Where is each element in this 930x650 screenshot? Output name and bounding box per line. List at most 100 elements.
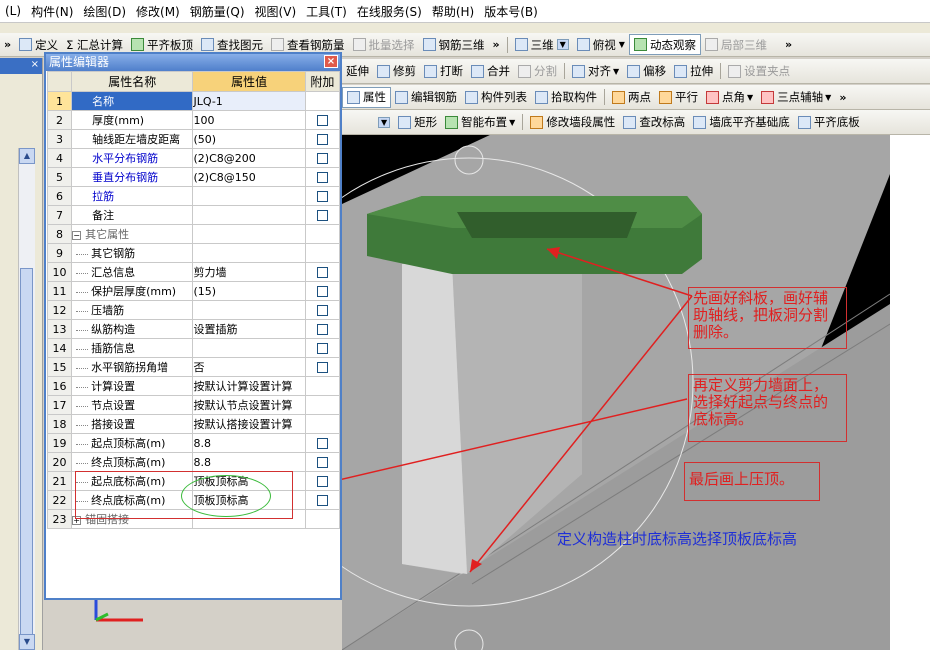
attach-checkbox[interactable] bbox=[316, 495, 328, 506]
property-value[interactable] bbox=[192, 243, 306, 263]
property-name[interactable]: 垂直分布钢筋 bbox=[71, 167, 194, 187]
edit-rebar-button[interactable]: 编辑钢筋 bbox=[391, 85, 461, 109]
property-value[interactable]: (50) bbox=[192, 129, 306, 149]
property-value[interactable]: 剪力墙 bbox=[192, 262, 306, 282]
property-value[interactable]: (15) bbox=[192, 281, 306, 301]
left-scrollbar[interactable]: ▲ ▼ bbox=[18, 148, 35, 650]
table-row[interactable]: 8− 其它属性 bbox=[46, 224, 341, 244]
property-name[interactable]: 厚度(mm) bbox=[71, 110, 194, 130]
batch-select-button[interactable]: 批量选择 bbox=[349, 33, 419, 56]
scroll-up-icon[interactable]: ▲ bbox=[19, 148, 35, 164]
local-3d-button[interactable]: 局部三维 bbox=[701, 33, 771, 56]
scroll-down-icon[interactable]: ▼ bbox=[19, 634, 35, 650]
property-value[interactable] bbox=[192, 224, 306, 244]
attach-checkbox[interactable] bbox=[316, 362, 328, 373]
stretch-button[interactable]: 拉伸 bbox=[670, 59, 717, 83]
table-row[interactable]: 16 计算设置 按默认计算设置计算 bbox=[46, 376, 341, 396]
rebar-3d-button[interactable]: 钢筋三维 bbox=[419, 33, 489, 56]
property-value[interactable]: JLQ-1 bbox=[192, 91, 306, 111]
menu-item-draw[interactable]: 绘图(D) bbox=[78, 3, 131, 20]
property-name[interactable]: 轴线距左墙皮距离 bbox=[71, 129, 194, 149]
table-row[interactable]: 1 名称 JLQ-1 bbox=[46, 91, 341, 111]
property-name[interactable]: 其它钢筋 bbox=[71, 243, 194, 263]
table-row[interactable]: 19 起点顶标高(m) 8.8 bbox=[46, 433, 341, 453]
collapse-icon[interactable]: − bbox=[72, 230, 82, 240]
pick-component-button[interactable]: 拾取构件 bbox=[531, 85, 601, 109]
close-icon[interactable]: × bbox=[31, 59, 39, 70]
property-value[interactable]: 8.8 bbox=[192, 433, 306, 453]
property-name[interactable]: 备注 bbox=[71, 205, 194, 225]
property-value[interactable] bbox=[192, 338, 306, 358]
smart-layout-button[interactable]: 智能布置 ▼ bbox=[441, 110, 519, 134]
property-value[interactable]: 8.8 bbox=[192, 452, 306, 472]
scroll-thumb[interactable] bbox=[20, 268, 33, 648]
merge-button[interactable]: 合并 bbox=[467, 59, 514, 83]
wall-bottom-align-button[interactable]: 墙底平齐基础底 bbox=[689, 110, 794, 134]
point-angle-button[interactable]: 点角 ▼ bbox=[702, 85, 757, 109]
modify-wall-segment-button[interactable]: 修改墙段属性 bbox=[526, 110, 619, 134]
table-row[interactable]: 6 拉筋 bbox=[46, 186, 341, 206]
property-name[interactable]: 节点设置 bbox=[71, 395, 194, 415]
property-name[interactable]: 纵筋构造 bbox=[71, 319, 194, 339]
attach-checkbox[interactable] bbox=[316, 267, 328, 278]
table-row[interactable]: 9 其它钢筋 bbox=[46, 243, 341, 263]
table-row[interactable]: 2 厚度(mm) 100 bbox=[46, 110, 341, 130]
property-value[interactable]: (2)C8@200 bbox=[192, 148, 306, 168]
property-value[interactable] bbox=[192, 186, 306, 206]
property-value[interactable]: 按默认节点设置计算 bbox=[192, 395, 306, 415]
property-name[interactable]: 拉筋 bbox=[71, 186, 194, 206]
check-elevation-button[interactable]: 查改标高 bbox=[619, 110, 689, 134]
draw-mode-dropdown[interactable]: ▼ bbox=[342, 110, 394, 134]
attach-checkbox[interactable] bbox=[316, 286, 328, 297]
property-name[interactable]: 水平分布钢筋 bbox=[71, 148, 194, 168]
property-name[interactable]: 插筋信息 bbox=[71, 338, 194, 358]
trim-button[interactable]: 修剪 bbox=[373, 59, 420, 83]
property-name[interactable]: − 其它属性 bbox=[71, 224, 194, 244]
attach-checkbox[interactable] bbox=[316, 457, 328, 468]
property-name[interactable]: 终点顶标高(m) bbox=[71, 452, 194, 472]
property-name[interactable]: 保护层厚度(mm) bbox=[71, 281, 194, 301]
close-icon[interactable]: × bbox=[324, 55, 338, 68]
table-row[interactable]: 10 汇总信息 剪力墙 bbox=[46, 262, 341, 282]
property-editor-title-bar[interactable]: 属性编辑器 × bbox=[46, 54, 340, 71]
table-row[interactable]: 12 压墙筋 bbox=[46, 300, 341, 320]
menu-item-online[interactable]: 在线服务(S) bbox=[352, 3, 427, 20]
attach-checkbox[interactable] bbox=[316, 305, 328, 316]
menu-item-layer[interactable]: (L) bbox=[0, 4, 26, 18]
rectangle-button[interactable]: 矩形 bbox=[394, 110, 441, 134]
menu-item-help[interactable]: 帮助(H) bbox=[427, 3, 479, 20]
table-row[interactable]: 18 搭接设置 按默认搭接设置计算 bbox=[46, 414, 341, 434]
property-value[interactable]: (2)C8@150 bbox=[192, 167, 306, 187]
set-grip-button[interactable]: 设置夹点 bbox=[724, 59, 794, 83]
menu-item-component[interactable]: 构件(N) bbox=[26, 3, 78, 20]
property-name[interactable]: 水平钢筋拐角增 bbox=[71, 357, 194, 377]
property-name[interactable]: 汇总信息 bbox=[71, 262, 194, 282]
attach-checkbox[interactable] bbox=[316, 191, 328, 202]
attach-checkbox[interactable] bbox=[316, 324, 328, 335]
align-bottom-slab-button[interactable]: 平齐底板 bbox=[794, 110, 864, 134]
property-value[interactable]: 否 bbox=[192, 357, 306, 377]
properties-button[interactable]: 属性 bbox=[342, 86, 391, 108]
toolbar-overflow-chevron-4[interactable]: » bbox=[835, 91, 850, 104]
property-value[interactable]: 设置插筋 bbox=[192, 319, 306, 339]
attach-checkbox[interactable] bbox=[316, 153, 328, 164]
property-name[interactable]: 名称 bbox=[71, 91, 194, 111]
menu-item-version[interactable]: 版本号(B) bbox=[479, 3, 543, 20]
table-row[interactable]: 14 插筋信息 bbox=[46, 338, 341, 358]
table-row[interactable]: 20 终点顶标高(m) 8.8 bbox=[46, 452, 341, 472]
toolbar-overflow-chevron[interactable]: » bbox=[0, 38, 15, 51]
table-row[interactable]: 15 水平钢筋拐角增 否 bbox=[46, 357, 341, 377]
dynamic-orbit-button[interactable]: 动态观察 bbox=[628, 34, 701, 55]
attach-checkbox[interactable] bbox=[316, 210, 328, 221]
top-view-dropdown[interactable]: 俯视 ▼ bbox=[573, 33, 629, 56]
property-value[interactable]: 100 bbox=[192, 110, 306, 130]
toolbar-overflow-chevron-3[interactable]: » bbox=[781, 38, 796, 51]
menu-item-rebar-quantity[interactable]: 钢筋量(Q) bbox=[185, 3, 250, 20]
table-row[interactable]: 17 节点设置 按默认节点设置计算 bbox=[46, 395, 341, 415]
table-row[interactable]: 5 垂直分布钢筋 (2)C8@150 bbox=[46, 167, 341, 187]
attach-checkbox[interactable] bbox=[316, 172, 328, 183]
attach-checkbox[interactable] bbox=[316, 115, 328, 126]
left-dock-tab[interactable]: × bbox=[0, 58, 42, 74]
property-value[interactable] bbox=[192, 205, 306, 225]
offset-button[interactable]: 偏移 bbox=[623, 59, 670, 83]
